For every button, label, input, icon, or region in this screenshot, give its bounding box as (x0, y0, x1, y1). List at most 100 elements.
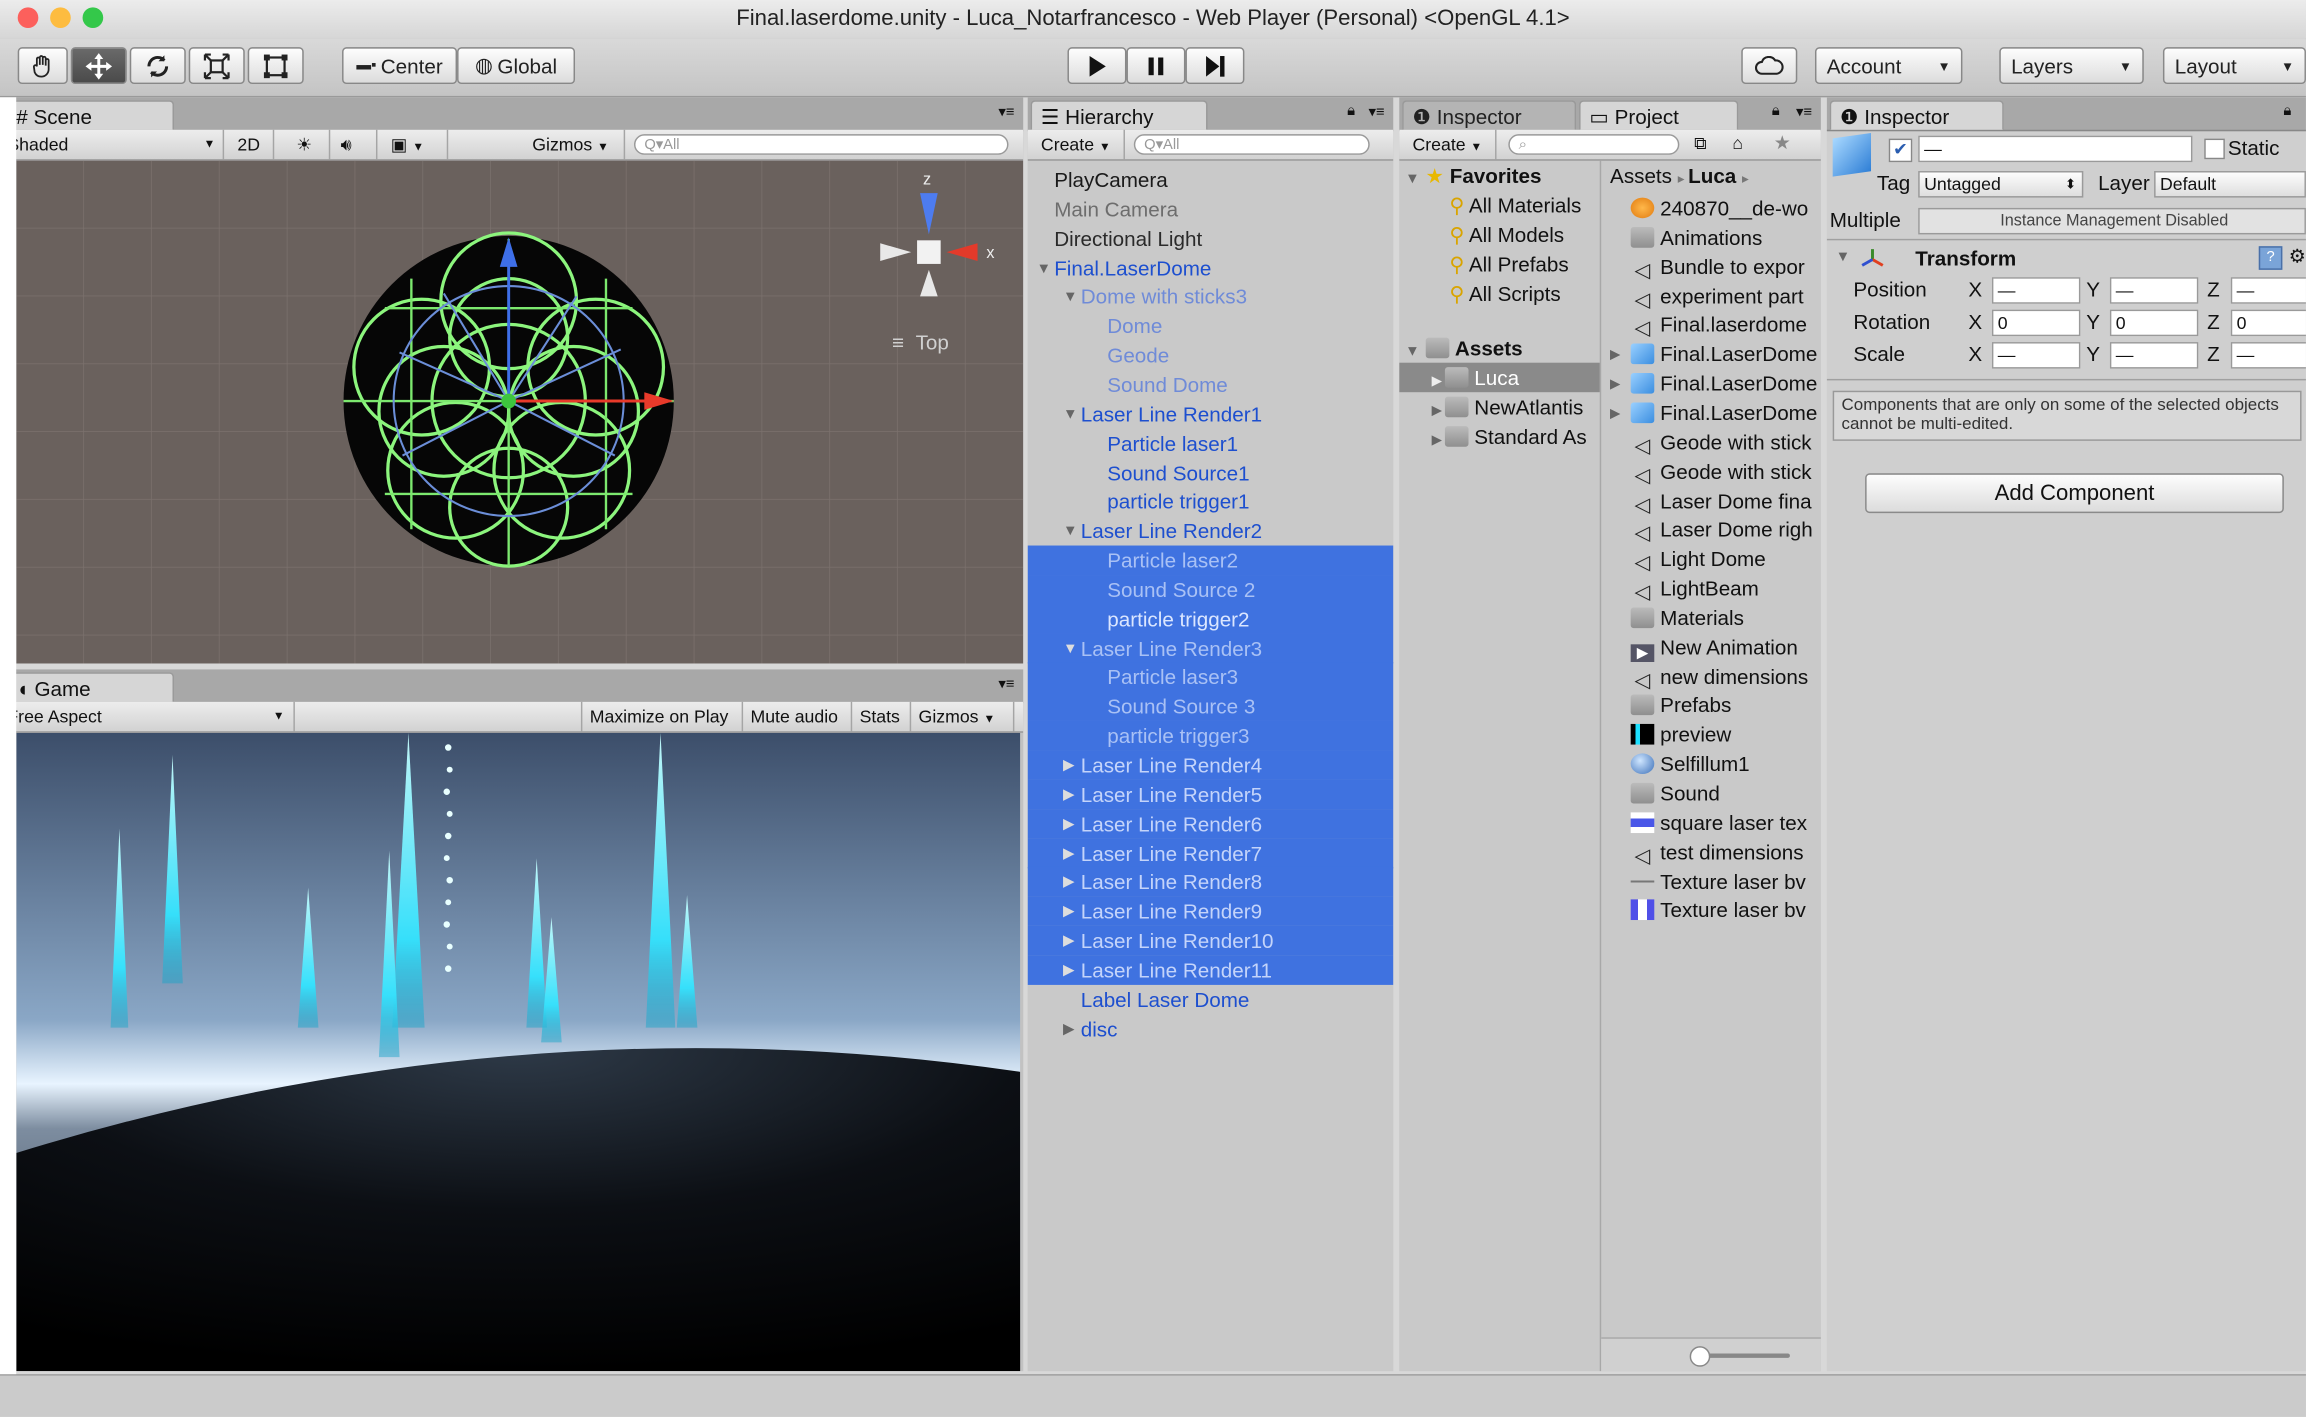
assets-header[interactable]: ▼ Assets (1405, 333, 1597, 362)
asset-file-item[interactable]: square laser tex (1601, 808, 1821, 837)
favorite-item[interactable]: ⚲ All Models (1449, 219, 1599, 248)
pivot-global-toggle[interactable]: ◍ Global (457, 47, 576, 85)
collapsed-arrow-icon[interactable]: ▶ (1610, 339, 1620, 368)
asset-file-item[interactable]: preview (1601, 720, 1821, 749)
collapsed-arrow-icon[interactable]: ▶ (1610, 369, 1620, 398)
asset-file-item[interactable]: ◁ Laser Dome fina (1601, 486, 1821, 515)
maximize-on-play-toggle[interactable]: Maximize on Play (580, 701, 744, 732)
collapsed-arrow-icon[interactable]: ▶ (1063, 752, 1074, 781)
asset-file-item[interactable]: ◁ experiment part (1601, 281, 1821, 310)
hierarchy-item[interactable]: Directional Light (1028, 224, 1394, 253)
project-search-input[interactable]: ⌕ (1508, 134, 1680, 155)
asset-file-item[interactable]: ▶ Final.LaserDome (1601, 369, 1821, 398)
hand-tool-button[interactable] (17, 47, 68, 85)
expanded-arrow-icon[interactable]: ▼ (1063, 518, 1078, 547)
hierarchy-item[interactable]: Label Laser Dome (1028, 985, 1394, 1014)
asset-file-item[interactable]: 240870__de-wo (1601, 193, 1821, 222)
favorite-item[interactable]: ⚲ All Materials (1449, 190, 1599, 219)
filter-type-icon[interactable]: ⧉ (1694, 133, 1707, 155)
step-button[interactable] (1185, 47, 1245, 85)
asset-file-item[interactable]: Animations (1601, 222, 1821, 251)
panel-menu-icon[interactable]: ▾≡ (1796, 105, 1812, 121)
asset-file-item[interactable]: Sound (1601, 778, 1821, 807)
view-menu-icon[interactable]: ≡ (892, 331, 904, 354)
asset-file-item[interactable]: ◁ LightBeam (1601, 574, 1821, 603)
breadcrumb-root[interactable]: Assets (1610, 164, 1672, 188)
favorite-item[interactable]: ⚲ All Scripts (1449, 278, 1599, 307)
hierarchy-item[interactable]: Main Camera (1028, 194, 1394, 223)
audio-toggle[interactable]: 🔊︎ (333, 129, 378, 160)
hierarchy-item[interactable]: ▶ Laser Line Render6 (1027, 808, 1394, 839)
hierarchy-item[interactable]: ▶ Laser Line Render4 (1027, 750, 1394, 781)
asset-file-item[interactable]: ◁ Laser Dome righ (1601, 515, 1821, 544)
breadcrumb-current[interactable]: Luca (1688, 164, 1736, 188)
hierarchy-item[interactable]: Sound Source 3 (1027, 691, 1394, 722)
hierarchy-item[interactable]: ▼ Laser Line Render2 (1028, 516, 1394, 545)
panel-menu-icon[interactable]: ▾≡ (1368, 105, 1384, 121)
asset-file-item[interactable]: Prefabs (1601, 691, 1821, 720)
transform-x-field[interactable]: 0 (1991, 309, 2081, 337)
transform-z-field[interactable]: 0 (2230, 309, 2306, 337)
hierarchy-item[interactable]: Sound Source1 (1028, 458, 1394, 487)
hierarchy-item[interactable]: Sound Source 2 (1027, 574, 1394, 605)
shading-mode-dropdown[interactable]: Shaded ▼ (0, 129, 225, 160)
hierarchy-item[interactable]: Geode (1028, 341, 1394, 370)
icon-size-slider[interactable] (1698, 1353, 1790, 1358)
project-create-dropdown[interactable]: Create ▼ (1405, 129, 1497, 160)
game-viewport[interactable] (16, 732, 1021, 1372)
rotate-tool-button[interactable] (129, 47, 186, 85)
filter-label-icon[interactable]: ⌂ (1732, 133, 1743, 154)
asset-file-item[interactable]: ◁ test dimensions (1601, 837, 1821, 866)
panel-menu-icon[interactable]: ▾≡ (998, 105, 1014, 121)
expanded-arrow-icon[interactable]: ▼ (1063, 284, 1078, 313)
tab-inspector[interactable]: ❶ Inspector (1829, 100, 2004, 130)
asset-file-item[interactable]: ◁ Final.laserdome (1601, 310, 1821, 339)
scale-tool-button[interactable] (188, 47, 245, 85)
expanded-arrow-icon[interactable]: ▼ (1037, 254, 1052, 283)
asset-file-item[interactable]: ▶ Final.LaserDome (1601, 339, 1821, 368)
hierarchy-item[interactable]: ▶ disc (1028, 1014, 1394, 1043)
static-checkbox[interactable] (2204, 138, 2225, 160)
hierarchy-item[interactable]: Particle laser3 (1027, 662, 1394, 693)
hierarchy-item[interactable]: PlayCamera (1028, 165, 1394, 194)
tab-inspector-secondary[interactable]: ❶ Inspector (1402, 100, 1577, 130)
collapsed-arrow-icon[interactable]: ▶ (1063, 781, 1074, 810)
cloud-button[interactable] (1741, 47, 1798, 85)
gear-icon[interactable]: ⚙ (2289, 245, 2306, 269)
asset-file-item[interactable]: Texture laser bv (1601, 896, 1821, 925)
collapsed-arrow-icon[interactable]: ▶ (1063, 810, 1074, 839)
asset-file-item[interactable]: ◁ Geode with stick (1601, 427, 1821, 456)
hierarchy-item[interactable]: ▶ Laser Line Render9 (1027, 896, 1394, 927)
slider-thumb[interactable] (1689, 1346, 1711, 1367)
collapsed-arrow-icon[interactable]: ▶ (1063, 928, 1074, 957)
asset-file-item[interactable]: ◁ Bundle to expor (1601, 252, 1821, 281)
game-gizmos-dropdown[interactable]: Gizmos ▼ (911, 701, 1015, 732)
asset-file-item[interactable]: Texture laser bv (1601, 866, 1821, 895)
asset-file-item[interactable]: ▶ Final.LaserDome (1601, 398, 1821, 427)
hierarchy-item[interactable]: particle trigger2 (1027, 604, 1394, 634)
asset-file-item[interactable]: Selfillum1 (1601, 749, 1821, 778)
hierarchy-item[interactable]: ▶ Laser Line Render5 (1027, 779, 1394, 810)
hierarchy-item[interactable]: ▼ Laser Line Render1 (1028, 399, 1394, 428)
tab-game[interactable]: ◖ Game (5, 672, 174, 702)
mute-audio-toggle[interactable]: Mute audio (743, 701, 853, 732)
collapsed-arrow-icon[interactable]: ▶ (1063, 898, 1074, 927)
stats-toggle[interactable]: Stats (852, 701, 912, 732)
hierarchy-item[interactable]: particle trigger1 (1028, 487, 1394, 516)
lock-icon[interactable]: 🔒︎ (1347, 103, 1355, 119)
transform-y-field[interactable]: 0 (2109, 309, 2199, 337)
transform-z-field[interactable]: — (2230, 342, 2306, 369)
collapsed-arrow-icon[interactable]: ▶ (1432, 373, 1442, 388)
hierarchy-item[interactable]: Particle laser1 (1028, 429, 1394, 458)
assets-folder-item[interactable]: ▶ NewAtlantis (1399, 392, 1600, 421)
assets-folder-item[interactable]: ▶ Standard As (1399, 421, 1600, 450)
move-tool-button[interactable] (70, 47, 127, 85)
collapsed-arrow-icon[interactable]: ▶ (1432, 402, 1442, 417)
play-button[interactable] (1067, 47, 1127, 85)
asset-file-item[interactable]: ◁ new dimensions (1601, 661, 1821, 690)
assets-folder-item[interactable]: ▶ Luca (1399, 362, 1600, 393)
pause-button[interactable] (1126, 47, 1186, 85)
scene-viewport[interactable]: z x ≡ Top (16, 160, 1024, 664)
add-component-button[interactable]: Add Component (1865, 473, 2284, 514)
active-checkbox[interactable]: ✔ (1888, 138, 1913, 163)
